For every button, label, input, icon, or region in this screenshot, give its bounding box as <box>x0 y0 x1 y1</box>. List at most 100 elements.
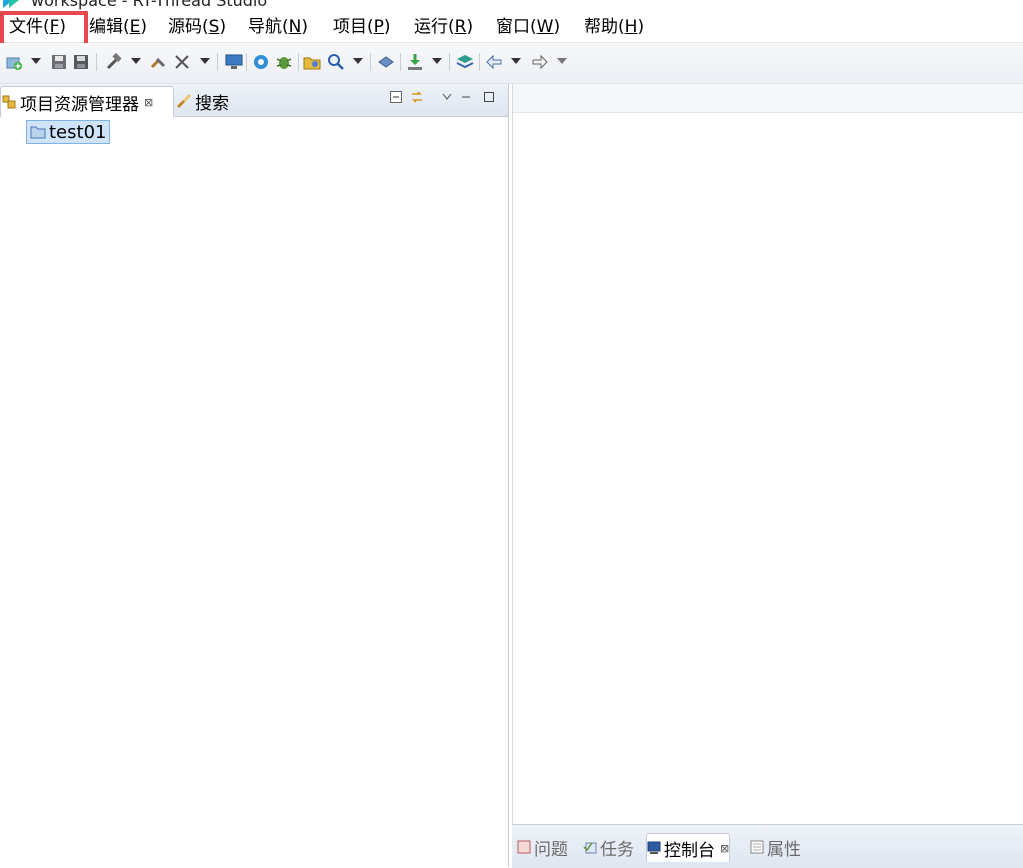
view-menu-icon[interactable] <box>440 90 454 104</box>
forward-dropdown-icon[interactable] <box>557 58 567 64</box>
properties-icon <box>750 840 764 854</box>
menu-project-label: 项目( <box>333 17 374 37</box>
menu-edit-label: 编辑( <box>89 17 130 37</box>
editor-tabbar <box>513 84 1023 113</box>
tab-problems[interactable]: 问题 <box>517 833 568 861</box>
tab-console[interactable]: 控制台 ⊠ <box>646 833 731 862</box>
build-dropdown-icon[interactable] <box>131 58 141 64</box>
menu-navigate-mnemonic: N <box>288 17 302 37</box>
menu-window[interactable]: 窗口(W) <box>496 15 560 39</box>
link-with-editor-icon[interactable] <box>410 90 424 104</box>
search-icon[interactable] <box>326 52 346 72</box>
menu-source[interactable]: 源码(S) <box>168 15 226 39</box>
menu-help-label: 帮助( <box>584 17 625 37</box>
tasks-icon <box>583 840 597 854</box>
monitor-icon[interactable] <box>224 52 244 72</box>
tree-item-project[interactable]: test01 <box>26 120 111 144</box>
menu-file-close: ) <box>59 17 67 37</box>
menu-project-close: ) <box>383 17 391 37</box>
menu-navigate[interactable]: 导航(N) <box>248 15 308 39</box>
project-folder-icon <box>30 125 46 139</box>
tab-search-label: 搜索 <box>195 93 229 114</box>
menu-edit-close: ) <box>140 17 148 37</box>
console-icon <box>647 841 661 855</box>
tab-console-label: 控制台 <box>664 840 715 861</box>
menu-source-mnemonic: S <box>208 17 220 37</box>
menu-file[interactable]: 文件(F) <box>9 15 66 39</box>
settings-icon[interactable] <box>251 52 271 72</box>
layers-icon[interactable] <box>455 52 475 72</box>
tab-tasks[interactable]: 任务 <box>583 833 634 861</box>
bottom-panel-tabbar: 问题 任务 控制台 ⊠ 属性 <box>512 824 1023 868</box>
toolbar-separator <box>246 53 247 71</box>
tab-properties-label: 属性 <box>767 839 801 860</box>
menu-source-close: ) <box>219 17 227 37</box>
tab-project-explorer-label: 项目资源管理器 <box>20 94 139 115</box>
toolbar-separator <box>449 53 450 71</box>
project-explorer-panel: 项目资源管理器 ⊠ 搜索 test01 <box>0 84 509 867</box>
toolbar-separator <box>298 53 299 71</box>
menu-source-label: 源码( <box>168 17 209 37</box>
menu-help[interactable]: 帮助(H) <box>584 15 644 39</box>
main-toolbar <box>0 43 1023 84</box>
new-icon[interactable] <box>4 52 24 72</box>
menu-run-close: ) <box>466 17 474 37</box>
build-icon[interactable] <box>104 52 124 72</box>
menu-file-label: 文件( <box>9 17 50 37</box>
new-dropdown-icon[interactable] <box>31 58 41 64</box>
tab-problems-label: 问题 <box>534 839 568 860</box>
open-folder-icon[interactable] <box>302 52 322 72</box>
toolbar-separator <box>96 53 97 71</box>
back-arrow-icon[interactable] <box>484 52 504 72</box>
menu-window-mnemonic: W <box>536 17 554 37</box>
menu-run-mnemonic: R <box>454 17 467 37</box>
search-tab-icon <box>176 93 192 109</box>
maximize-icon[interactable] <box>482 90 496 104</box>
toolbar-separator <box>479 53 480 71</box>
tab-project-explorer[interactable]: 项目资源管理器 ⊠ <box>0 86 174 117</box>
debug-bug-icon[interactable] <box>274 52 294 72</box>
problems-icon <box>517 840 531 854</box>
menu-navigate-label: 导航( <box>248 17 289 37</box>
left-panel-tabbar: 项目资源管理器 ⊠ 搜索 <box>0 84 508 117</box>
toolbar-separator <box>400 53 401 71</box>
menu-edit[interactable]: 编辑(E) <box>89 15 147 39</box>
tree-item-label: test01 <box>49 121 107 143</box>
download-dropdown-icon[interactable] <box>432 58 442 64</box>
window-title: workspace - RT-Thread Studio <box>31 0 268 10</box>
tab-search[interactable]: 搜索 <box>176 86 229 116</box>
menu-run-label: 运行( <box>414 17 455 37</box>
menu-project[interactable]: 项目(P) <box>333 15 391 39</box>
menu-window-close: ) <box>553 17 561 37</box>
menu-help-mnemonic: H <box>624 17 638 37</box>
clean-icon[interactable] <box>148 52 168 72</box>
tab-properties[interactable]: 属性 <box>750 833 801 861</box>
project-explorer-icon <box>1 94 17 110</box>
menu-help-close: ) <box>637 17 645 37</box>
download-icon[interactable] <box>405 52 425 72</box>
tools-icon[interactable] <box>172 52 192 72</box>
back-dropdown-icon[interactable] <box>511 58 521 64</box>
close-icon[interactable]: ⊠ <box>720 842 729 855</box>
menu-window-label: 窗口( <box>496 17 537 37</box>
book-icon[interactable] <box>376 52 396 72</box>
editor-area <box>512 84 1023 824</box>
toolbar-separator <box>217 53 218 71</box>
menu-file-mnemonic: F <box>49 17 60 37</box>
minimize-icon[interactable] <box>459 90 473 104</box>
toolbar-separator <box>370 53 371 71</box>
title-bar: workspace - RT-Thread Studio <box>0 0 1023 12</box>
save-all-icon[interactable] <box>71 52 91 72</box>
close-icon[interactable]: ⊠ <box>144 96 153 109</box>
forward-arrow-icon[interactable] <box>530 52 550 72</box>
menu-run[interactable]: 运行(R) <box>414 15 473 39</box>
save-icon[interactable] <box>49 52 69 72</box>
tools-dropdown-icon[interactable] <box>200 58 210 64</box>
menu-edit-mnemonic: E <box>129 17 141 37</box>
search-dropdown-icon[interactable] <box>353 58 363 64</box>
tab-tasks-label: 任务 <box>600 839 634 860</box>
menu-navigate-close: ) <box>301 17 308 37</box>
collapse-all-icon[interactable] <box>389 90 403 104</box>
menu-project-mnemonic: P <box>373 17 384 37</box>
rt-thread-logo-icon <box>3 0 19 8</box>
